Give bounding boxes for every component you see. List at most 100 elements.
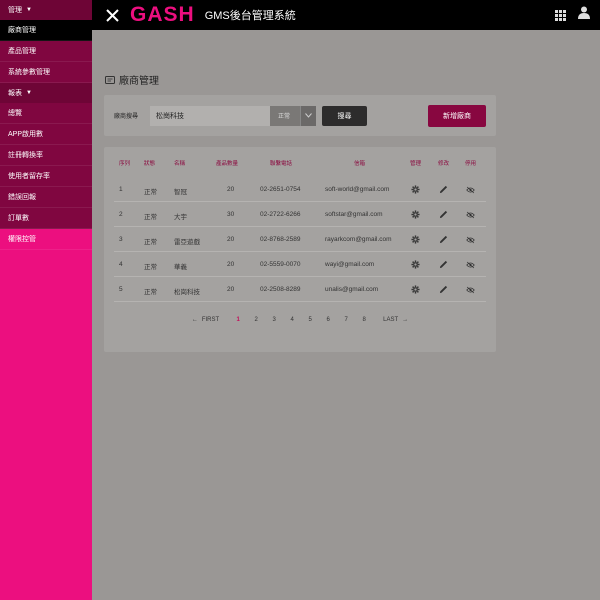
table-row: 3 正常 雷亞遊戲 20 02-8768-2589 rayarkcom@gmail.com bbox=[114, 227, 486, 252]
pencil-icon[interactable] bbox=[439, 210, 448, 219]
cell-status: 正常 bbox=[144, 214, 157, 221]
sidebar-group-label: 管理 bbox=[8, 7, 22, 14]
col-header-seq: 序列 bbox=[119, 161, 131, 167]
cell-email: wayi@gmail.com bbox=[325, 261, 375, 268]
chevron-down-icon bbox=[300, 105, 316, 126]
cell-name: 華義 bbox=[174, 264, 187, 271]
vendor-search-input[interactable]: 松崗科技 bbox=[150, 105, 270, 126]
gear-icon[interactable] bbox=[411, 235, 420, 244]
brand-logo: GASH bbox=[130, 3, 195, 26]
arrow-right-icon: → bbox=[402, 317, 409, 323]
cell-email: rayarkcom@gmail.com bbox=[325, 236, 392, 243]
pager-first-label: FIRST bbox=[201, 317, 220, 323]
pencil-icon[interactable] bbox=[439, 285, 448, 294]
sidebar-item-system-params[interactable]: 系統參數管理 bbox=[0, 62, 92, 83]
search-card: 廠商搜尋 松崗科技 正常 搜尋 新增廠商 bbox=[104, 95, 496, 136]
sidebar-item-error-reports[interactable]: 錯誤回報 bbox=[0, 187, 92, 208]
gear-icon[interactable] bbox=[411, 210, 420, 219]
col-header-disable: 停用 bbox=[465, 161, 477, 167]
status-select-value: 正常 bbox=[278, 114, 291, 120]
eye-off-icon[interactable] bbox=[466, 210, 475, 219]
add-vendor-button[interactable]: 新增廠商 bbox=[428, 104, 486, 127]
cell-name: 智冠 bbox=[174, 189, 187, 196]
pager-page[interactable]: 3 bbox=[265, 317, 283, 323]
sidebar-item-permissions[interactable]: 權限控管 bbox=[0, 229, 92, 250]
table-row: 4 正常 華義 20 02-5559-0070 wayi@gmail.com bbox=[114, 252, 486, 277]
gear-icon[interactable] bbox=[411, 185, 420, 194]
search-button[interactable]: 搜尋 bbox=[322, 105, 367, 126]
sidebar-item-vendor-management[interactable]: 廠商管理 bbox=[0, 20, 92, 41]
sidebar-item-retention-rate[interactable]: 使用者留存率 bbox=[0, 166, 92, 187]
sidebar-item-label: 註冊轉換率 bbox=[8, 152, 43, 159]
status-select[interactable]: 正常 bbox=[270, 105, 316, 126]
sidebar-item-label: 系統參數管理 bbox=[8, 69, 50, 76]
cell-seq: 1 bbox=[119, 186, 123, 193]
sidebar-item-registration-rate[interactable]: 註冊轉換率 bbox=[0, 145, 92, 166]
sidebar-item-label: 廠商管理 bbox=[8, 27, 36, 34]
pager-page[interactable]: 5 bbox=[301, 317, 319, 323]
cell-phone: 02-5559-0070 bbox=[260, 261, 301, 268]
sidebar-group-report[interactable]: 報表 ▼ bbox=[0, 83, 92, 103]
cell-count: 20 bbox=[227, 261, 235, 268]
table-header: 序列 狀態 名稱 產品數量 聯繫電話 信箱 管理 修改 停用 bbox=[114, 153, 486, 171]
pencil-icon[interactable] bbox=[439, 185, 448, 194]
search-label: 廠商搜尋 bbox=[114, 114, 139, 120]
pager-last[interactable]: LAST → bbox=[383, 317, 408, 323]
eye-off-icon[interactable] bbox=[466, 260, 475, 269]
apps-grid-icon[interactable] bbox=[555, 9, 566, 21]
id-card-icon bbox=[105, 75, 115, 84]
sidebar-item-label: 訂單數 bbox=[8, 215, 29, 222]
cell-phone: 02-2651-0754 bbox=[260, 186, 301, 193]
table-row: 2 正常 大宇 30 02-2722-6266 softstar@gmail.com bbox=[114, 202, 486, 227]
table-row: 1 正常 智冠 20 02-2651-0754 soft-world@gmail.com bbox=[114, 177, 486, 202]
col-header-email: 信箱 bbox=[354, 161, 366, 167]
cell-count: 20 bbox=[227, 186, 235, 193]
pager-page[interactable]: 7 bbox=[337, 317, 355, 323]
pager-first[interactable]: ← FIRST bbox=[192, 317, 219, 323]
sidebar-item-overview[interactable]: 總覽 bbox=[0, 103, 92, 124]
pencil-icon[interactable] bbox=[439, 235, 448, 244]
sidebar-item-orders[interactable]: 訂單數 bbox=[0, 208, 92, 229]
pager-page[interactable]: 2 bbox=[247, 317, 265, 323]
col-header-edit: 修改 bbox=[438, 161, 450, 167]
pencil-icon[interactable] bbox=[439, 260, 448, 269]
cell-status: 正常 bbox=[144, 189, 157, 196]
sidebar-item-label: 總覽 bbox=[8, 110, 22, 117]
cell-name: 松崗科技 bbox=[174, 289, 200, 296]
cell-seq: 5 bbox=[119, 286, 123, 293]
caret-down-icon: ▼ bbox=[26, 90, 32, 96]
top-bar: GASH GMS後台管理系統 bbox=[92, 0, 600, 30]
sidebar-group-manage[interactable]: 管理 ▼ bbox=[0, 0, 92, 20]
cell-name: 雷亞遊戲 bbox=[174, 239, 200, 246]
cell-status: 正常 bbox=[144, 239, 157, 246]
cell-seq: 2 bbox=[119, 211, 123, 218]
cell-email: unalis@gmail.com bbox=[325, 286, 379, 293]
page-title-text: 廠商管理 bbox=[119, 76, 159, 87]
cell-status: 正常 bbox=[144, 264, 157, 271]
pager-last-label: LAST bbox=[383, 317, 399, 323]
col-header-phone: 聯繫電話 bbox=[270, 161, 293, 167]
pager-page[interactable]: 1 bbox=[229, 317, 247, 323]
eye-off-icon[interactable] bbox=[466, 285, 475, 294]
gear-icon[interactable] bbox=[411, 260, 420, 269]
cell-phone: 02-8768-2589 bbox=[260, 236, 301, 243]
caret-down-icon: ▼ bbox=[26, 7, 32, 13]
user-icon[interactable] bbox=[578, 6, 590, 24]
sidebar-item-product-management[interactable]: 產品管理 bbox=[0, 41, 92, 62]
pager-page[interactable]: 4 bbox=[283, 317, 301, 323]
sidebar-item-app-activations[interactable]: APP啟用數 bbox=[0, 124, 92, 145]
main-content: 廠商管理 廠商搜尋 松崗科技 正常 搜尋 新增廠商 序列 狀態 名稱 產品數量 … bbox=[92, 30, 600, 600]
cell-status: 正常 bbox=[144, 289, 157, 296]
gear-icon[interactable] bbox=[411, 285, 420, 294]
close-icon[interactable] bbox=[98, 8, 126, 22]
eye-off-icon[interactable] bbox=[466, 235, 475, 244]
pager-page[interactable]: 8 bbox=[355, 317, 373, 323]
cell-phone: 02-2508-8289 bbox=[260, 286, 301, 293]
col-header-status: 狀態 bbox=[144, 161, 156, 167]
sidebar-item-label: APP啟用數 bbox=[8, 131, 44, 138]
pager-page[interactable]: 6 bbox=[319, 317, 337, 323]
sidebar-group-label: 報表 bbox=[8, 90, 22, 97]
col-header-manage: 管理 bbox=[410, 161, 422, 167]
eye-off-icon[interactable] bbox=[466, 185, 475, 194]
cell-count: 20 bbox=[227, 286, 235, 293]
